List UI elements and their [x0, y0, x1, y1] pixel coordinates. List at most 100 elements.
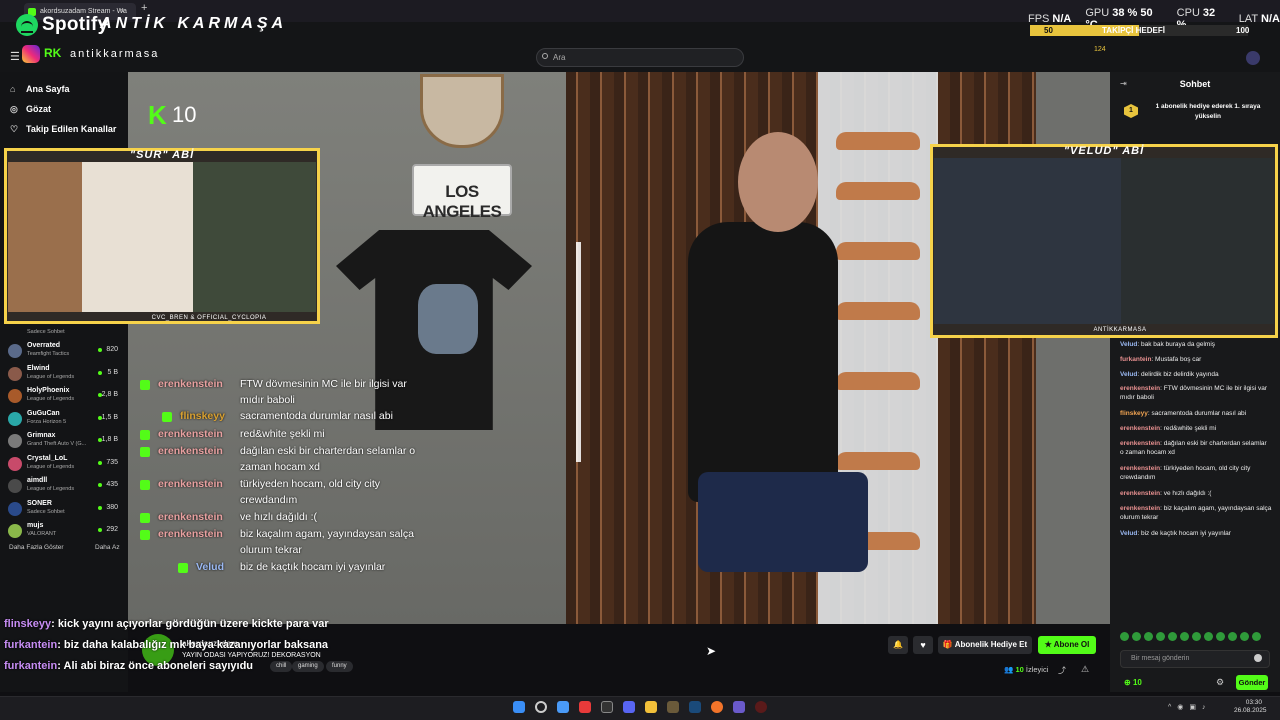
system-tray[interactable]: ^◉▣♪ — [1168, 703, 1212, 711]
channel-name: HolyPhoenix — [27, 387, 70, 394]
menu-icon[interactable]: ☰ — [10, 50, 20, 63]
chat-username[interactable]: erenkenstein — [1120, 425, 1160, 432]
copilot-icon[interactable] — [557, 701, 569, 713]
chat-username[interactable]: erenkenstein — [1120, 385, 1160, 392]
video-chat-message: erenkenstein ve hızlı dağıldı :( — [138, 511, 418, 527]
live-dot-icon — [98, 528, 102, 532]
subscribe-button[interactable]: ★ Abone Ol — [1038, 636, 1096, 654]
discord-icon[interactable] — [623, 701, 635, 713]
bottom-chat-user: furkantein — [4, 660, 58, 672]
folder-icon[interactable] — [645, 701, 657, 713]
emote-icon[interactable] — [1144, 632, 1153, 641]
chat-message-input[interactable]: Bir mesaj gönderin — [1120, 650, 1270, 668]
fps-label: FPS — [1028, 13, 1050, 25]
chat-message: erenkenstein: ve hızlı dağıldı :( — [1120, 489, 1272, 498]
channel-item[interactable]: Crystal_LoL League of Legends 735 — [8, 455, 122, 475]
chat-username[interactable]: Velud — [1120, 530, 1137, 537]
emote-icon[interactable] — [1180, 632, 1189, 641]
show-less-link[interactable]: Daha Az — [95, 544, 120, 551]
chat-username[interactable]: erenkenstein — [1120, 490, 1160, 497]
emote-bar[interactable] — [1120, 632, 1272, 644]
chat-text: ve hızlı dağıldı :( — [1163, 490, 1212, 497]
emote-icon[interactable] — [1204, 632, 1213, 641]
gift-button-label: Abonelik Hediye Et — [954, 640, 1028, 649]
follow-goal-current: 50 — [1044, 26, 1053, 35]
channel-name: GuGuCan — [27, 409, 60, 417]
chat-username[interactable]: flinskeyy — [1120, 410, 1148, 417]
channel-item[interactable]: HolyPhoenix League of Legends 2,8 B — [8, 387, 122, 407]
webcam-velud-feed — [934, 158, 1274, 324]
nav-browse[interactable]: ◎ Gözat — [10, 102, 51, 116]
emote-icon[interactable] — [1156, 632, 1165, 641]
nav-home[interactable]: ⌂ Ana Sayfa — [10, 82, 70, 96]
user-avatar[interactable] — [1246, 51, 1260, 65]
live-dot-icon — [98, 370, 102, 375]
emote-icon[interactable] — [1120, 632, 1129, 641]
steam-icon[interactable] — [689, 701, 701, 713]
video-chat-message: erenkenstein FTW dövmesinin MC ile bir il… — [138, 378, 418, 410]
show-more-link[interactable]: Daha Fazla Göster — [9, 544, 64, 551]
firefox-icon[interactable] — [711, 701, 723, 713]
chat-username[interactable]: erenkenstein — [1120, 440, 1160, 447]
spotify-icon — [16, 14, 38, 36]
taskbar-clock[interactable]: 03:30 26.08.2025 — [1234, 699, 1267, 715]
channel-game: League of Legends — [27, 486, 75, 492]
mouse-cursor-icon: ➤ — [706, 644, 717, 658]
nav-following[interactable]: ♡ Takip Edilen Kanallar — [10, 122, 116, 136]
emote-icon[interactable] — [1132, 632, 1141, 641]
channel-item[interactable]: Elwind League of Legends 5 B — [8, 365, 122, 385]
channel-points[interactable]: ⊕ 10 — [1124, 678, 1142, 687]
follow-heart-button[interactable]: ♥ — [913, 636, 933, 654]
emote-icon[interactable] — [1216, 632, 1225, 641]
channel-item[interactable]: mujs VALORANT 292 — [8, 522, 122, 542]
emote-icon[interactable] — [1240, 632, 1249, 641]
send-button[interactable]: Gönder — [1236, 675, 1268, 690]
chat-message: Velud: delirdik biz delirdik yayında — [1120, 370, 1272, 379]
video-kick-number: 10 — [172, 102, 197, 127]
video-chat-text: sacramentoda durumlar nasıl abi — [240, 410, 393, 422]
tag-funny[interactable]: funny — [326, 661, 353, 672]
gift-subscription-button[interactable]: 🎁 Abonelik Hediye Et — [938, 636, 1032, 654]
channel-item[interactable]: aimdll League of Legends 435 — [8, 477, 122, 497]
notification-bell-button[interactable]: 🔔 — [888, 636, 908, 654]
app-icon[interactable] — [667, 701, 679, 713]
chat-username[interactable]: furkantein — [1120, 356, 1151, 363]
video-license-plate: LOS ANGELES — [412, 164, 512, 221]
chat-username[interactable]: erenkenstein — [1120, 505, 1160, 512]
app-icon[interactable] — [579, 701, 591, 713]
search-input[interactable]: Ara — [536, 48, 744, 67]
chat-username[interactable]: Velud — [1120, 341, 1137, 348]
chat-text: bak bak buraya da gelmiş — [1140, 341, 1216, 348]
gear-icon[interactable]: ⚙ — [1216, 677, 1224, 688]
app-icon[interactable] — [733, 701, 745, 713]
new-tab-button[interactable]: + — [141, 2, 147, 14]
nav-home-label: Ana Sayfa — [26, 84, 70, 94]
emote-icon[interactable] — [1168, 632, 1177, 641]
emoji-icon[interactable] — [1254, 654, 1262, 662]
emote-icon[interactable] — [1192, 632, 1201, 641]
channel-game: Teamfight Tactics — [27, 351, 70, 357]
chat-message: erenkenstein: FTW dövmesinin MC ile bir … — [1120, 384, 1272, 402]
emote-icon[interactable] — [1228, 632, 1237, 641]
channel-item[interactable]: SONER Sadece Sohbet 380 — [8, 500, 122, 520]
chat-username[interactable]: erenkenstein — [1120, 465, 1160, 472]
obs-icon[interactable] — [755, 701, 767, 713]
chat-message: erenkenstein: türkiyeden hocam, old city… — [1120, 464, 1272, 482]
start-icon[interactable] — [513, 701, 525, 713]
tag-chill[interactable]: chill — [270, 661, 293, 672]
app-icon[interactable] — [601, 701, 613, 713]
channel-item[interactable]: Overrated Teamfight Tactics 820 — [8, 342, 122, 362]
report-icon[interactable]: ⚠ — [1081, 664, 1089, 675]
channel-item[interactable]: GuGuCan Forza Horizon 5 1,5 B — [8, 410, 122, 430]
channel-avatar — [8, 411, 22, 426]
share-icon[interactable]: ⤴ — [1058, 665, 1066, 676]
home-icon: ⌂ — [10, 83, 16, 94]
kick-logo[interactable]: RK — [44, 46, 61, 60]
channel-item[interactable]: Grimnax Grand Theft Auto V (G... 1,8 B — [8, 432, 122, 452]
chat-username[interactable]: Velud — [1120, 371, 1137, 378]
tag-gaming[interactable]: gaming — [292, 661, 324, 672]
taskbar-search-icon[interactable] — [535, 701, 547, 713]
video-chat-message: erenkenstein türkiyeden hocam, old city c… — [138, 478, 418, 510]
gift-leaderboard-promo[interactable]: 1 1 abonelik hediye ederek 1. sıraya yük… — [1120, 100, 1270, 124]
emote-icon[interactable] — [1252, 632, 1261, 641]
